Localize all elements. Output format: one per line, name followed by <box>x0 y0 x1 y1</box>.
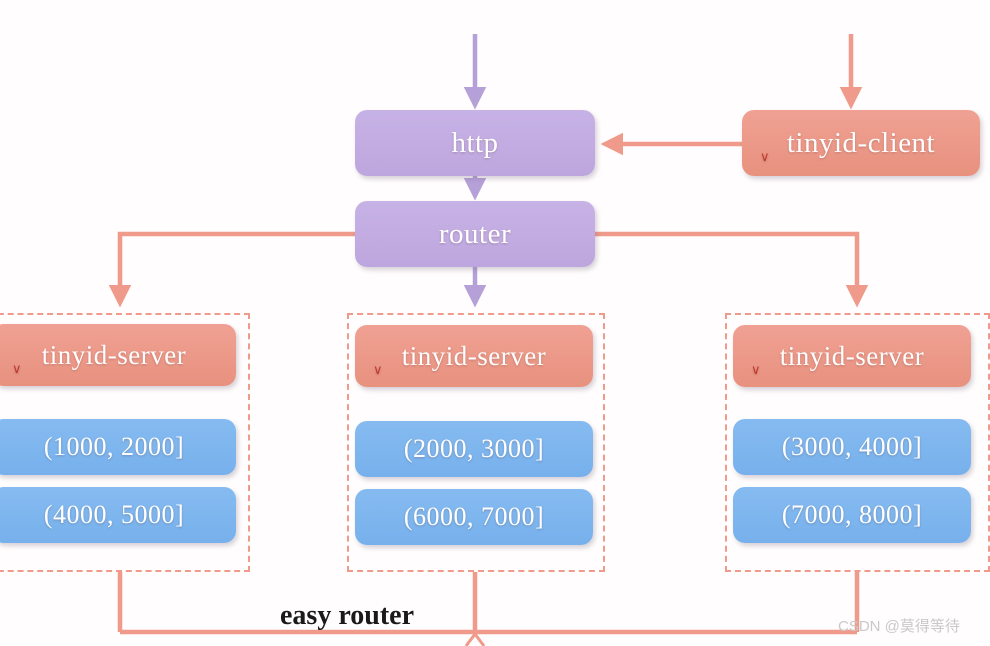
node-http[interactable]: http <box>355 110 595 176</box>
spell-mark-server-2-icon: ∨ <box>373 362 383 377</box>
node-tinyid-server-2[interactable]: tinyid-server ∨ <box>355 325 593 387</box>
node-tinyid-server-2-label: tinyid-server <box>401 340 547 371</box>
id-range-1-1[interactable]: (1000, 2000] <box>0 419 236 475</box>
node-router[interactable]: router <box>355 201 595 267</box>
node-tinyid-server-1-label: tinyid-server <box>41 339 187 370</box>
id-range-3-1-label: (3000, 4000] <box>781 432 923 461</box>
spell-mark-client-icon: ∨ <box>760 149 770 164</box>
diagram-canvas: http tinyid-client ∨ router tinyid-serve… <box>0 0 990 646</box>
spell-mark-server-1-icon: ∨ <box>12 361 22 376</box>
connector-router-to-group-right <box>595 231 869 308</box>
id-range-1-2-label: (4000, 5000] <box>43 500 185 529</box>
connector-router-to-group-left <box>108 231 355 308</box>
id-range-2-2[interactable]: (6000, 7000] <box>355 489 593 545</box>
connector-bus-feedback-arrowhead <box>464 631 486 646</box>
node-tinyid-client-label: tinyid-client <box>786 126 936 159</box>
diagram-caption: easy router <box>280 600 414 631</box>
id-range-3-2-label: (7000, 8000] <box>781 500 923 529</box>
id-range-2-2-label: (6000, 7000] <box>403 502 545 531</box>
id-range-1-1-label: (1000, 2000] <box>43 432 185 461</box>
watermark: CSDN @莫得等待 <box>838 618 960 635</box>
id-range-3-1[interactable]: (3000, 4000] <box>733 419 971 475</box>
node-tinyid-server-3-label: tinyid-server <box>779 340 925 371</box>
node-tinyid-server-1[interactable]: tinyid-server ∨ <box>0 324 236 386</box>
id-range-2-1-label: (2000, 3000] <box>403 434 545 463</box>
id-range-1-2[interactable]: (4000, 5000] <box>0 487 236 543</box>
node-router-label: router <box>438 217 512 250</box>
node-tinyid-server-3[interactable]: tinyid-server ∨ <box>733 325 971 387</box>
node-http-label: http <box>451 126 499 159</box>
spell-mark-server-3-icon: ∨ <box>751 362 761 377</box>
id-range-3-2[interactable]: (7000, 8000] <box>733 487 971 543</box>
id-range-2-1[interactable]: (2000, 3000] <box>355 421 593 477</box>
node-tinyid-client[interactable]: tinyid-client ∨ <box>742 110 980 176</box>
